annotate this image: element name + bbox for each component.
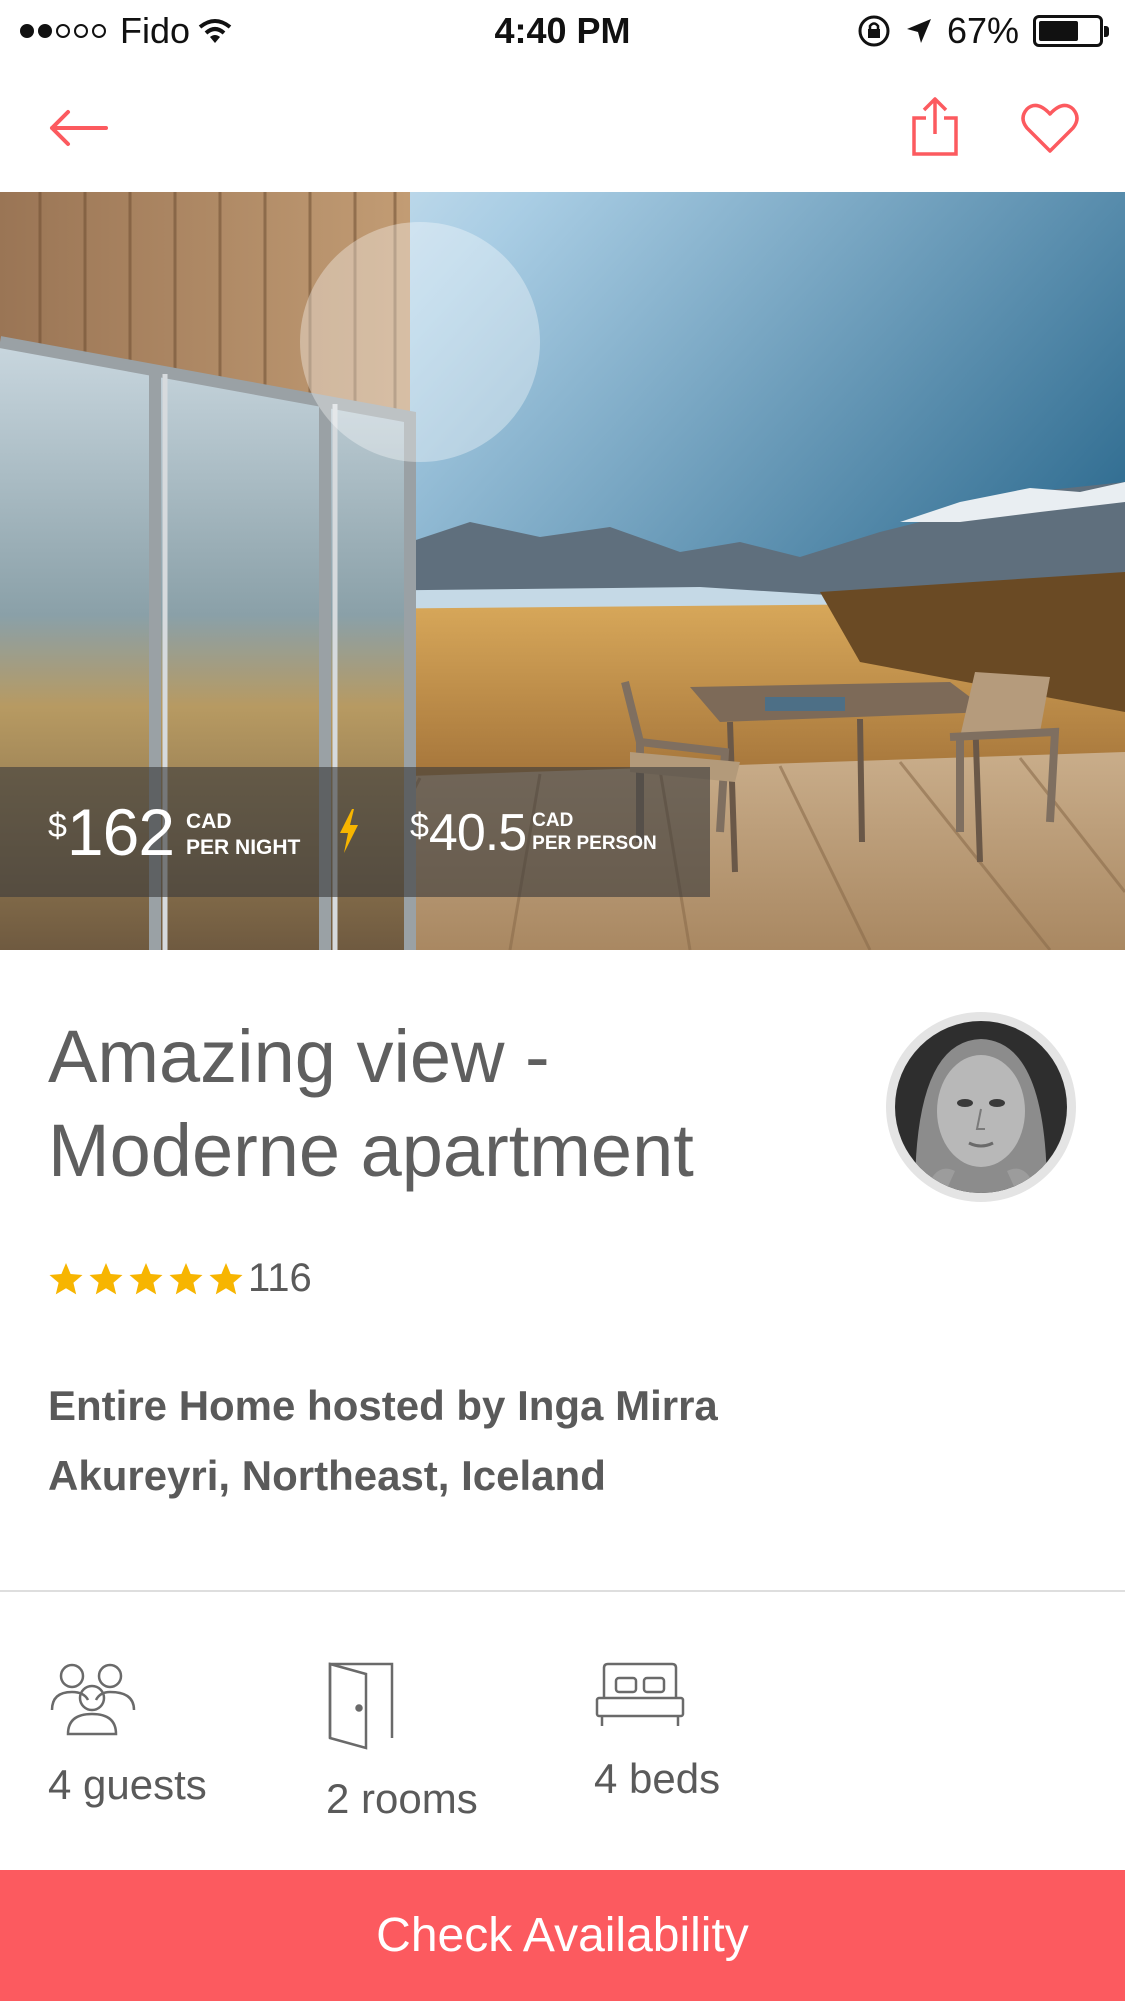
host-avatar[interactable] (886, 1012, 1076, 1202)
avatar (895, 1021, 1067, 1193)
arrow-left-icon (50, 110, 108, 146)
nav-bar (0, 60, 1125, 192)
check-availability-button[interactable]: Check Availability (0, 1870, 1125, 2001)
status-bar: Fido 4:40 PM 67% (0, 0, 1125, 60)
price-unit: PER NIGHT (186, 836, 301, 859)
star-icon (169, 1262, 203, 1294)
price-meta: CAD PER NIGHT (186, 809, 300, 861)
battery-percent: 67% (946, 10, 1019, 51)
price-amount: 162 (66, 795, 175, 869)
amenity-label: 4 guests (48, 1761, 207, 1808)
currency-code: CAD (532, 810, 574, 831)
share-button[interactable] (900, 92, 970, 162)
rating[interactable]: 116 (48, 1256, 312, 1301)
status-right: 67% (857, 10, 1109, 52)
host-line: Entire Home hosted by Inga Mirra (48, 1382, 718, 1429)
door-icon (328, 1662, 394, 1750)
heart-icon (1021, 103, 1079, 153)
price-meta: CAD PER PERSON (532, 809, 657, 855)
price-per-person: $ 40.5 CAD PER PERSON (410, 799, 657, 861)
currency-symbol: $ (48, 807, 67, 845)
price-per-night: $ 162 CAD PER NIGHT (48, 799, 300, 865)
star-icon (129, 1262, 163, 1294)
currency-symbol: $ (410, 807, 429, 845)
share-icon (912, 97, 958, 156)
back-button[interactable] (38, 100, 118, 156)
host-photo (895, 1021, 1067, 1193)
location: Akureyri, Northeast, Iceland (48, 1452, 606, 1499)
amenity-label: 2 rooms (326, 1775, 478, 1822)
signal-strength-icon (20, 24, 106, 38)
amenity-label: 4 beds (594, 1755, 721, 1802)
review-count: 116 (248, 1256, 312, 1300)
battery-level (1039, 21, 1078, 41)
price-unit: PER PERSON (532, 833, 657, 854)
star-rating (48, 1262, 244, 1296)
star-icon (89, 1262, 123, 1294)
divider (0, 1590, 1125, 1592)
listing-title: Amazing view - Moderne apartment (48, 1015, 694, 1192)
location-arrow-icon (906, 19, 931, 43)
amenity-guests: 4 guests (48, 1660, 207, 1809)
amenity-rooms: 2 rooms (326, 1660, 478, 1823)
amenity-beds: 4 beds (594, 1660, 720, 1803)
favorite-button[interactable] (1010, 96, 1090, 160)
orientation-lock-icon (858, 15, 890, 47)
battery-icon (1033, 15, 1109, 47)
price-banner: $ 162 CAD PER NIGHT $ 40.5 CAD PER PERSO… (0, 767, 710, 897)
wifi-icon (198, 19, 232, 43)
star-icon (209, 1262, 243, 1294)
guests-icon (50, 1663, 136, 1736)
status-left: Fido (20, 10, 232, 52)
lightning-icon (340, 809, 358, 853)
carrier-name: Fido (120, 10, 191, 51)
currency-code: CAD (186, 810, 232, 833)
bed-icon (595, 1662, 685, 1726)
star-icon (49, 1262, 83, 1294)
listing-photo[interactable]: $ 162 CAD PER NIGHT $ 40.5 CAD PER PERSO… (0, 192, 1125, 950)
price-amount: 40.5 (428, 804, 527, 862)
